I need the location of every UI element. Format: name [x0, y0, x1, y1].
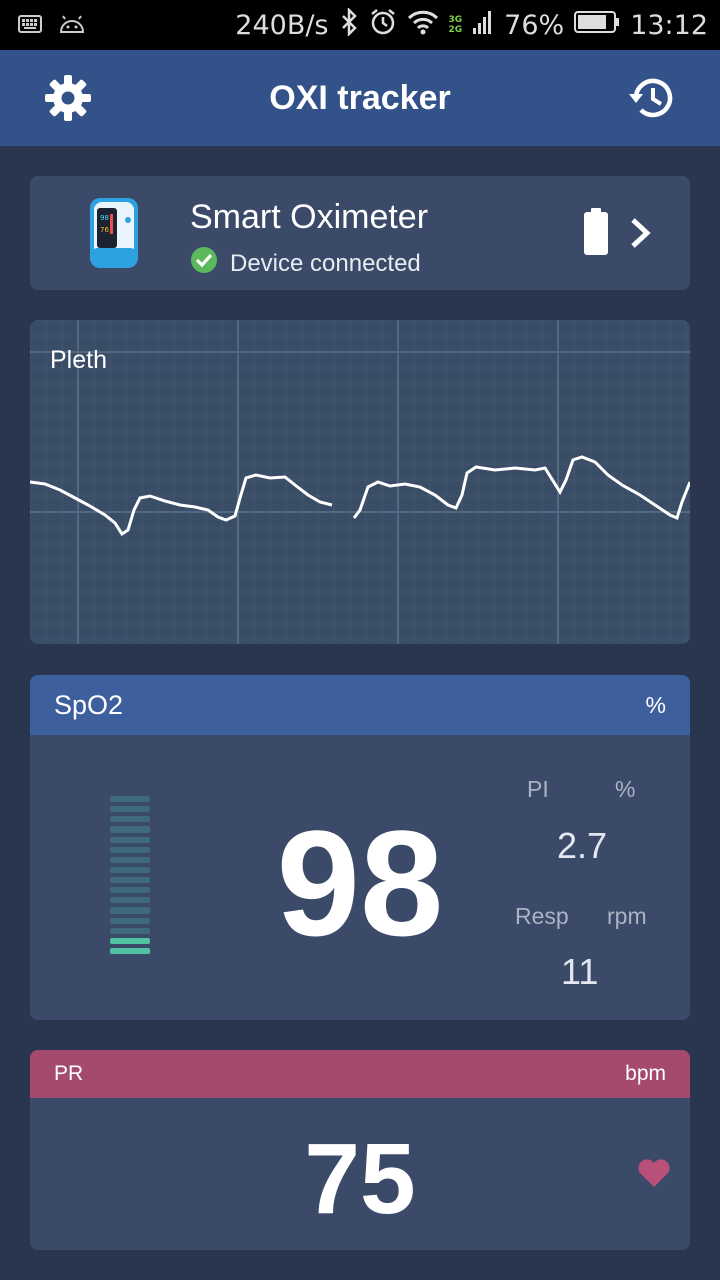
device-name: Smart Oximeter	[190, 198, 429, 236]
pi-label: PI	[527, 776, 549, 802]
spo2-bar-segment	[110, 836, 150, 843]
check-circle-icon	[190, 246, 218, 281]
heart-icon	[637, 1158, 671, 1193]
resp-label: Resp	[515, 903, 569, 929]
pr-label: PR	[54, 1062, 84, 1085]
alarm-icon	[369, 8, 397, 43]
spo2-value: 98	[276, 799, 444, 967]
svg-text:98: 98	[100, 214, 109, 222]
history-icon[interactable]	[624, 70, 680, 126]
spo2-bar-segment	[110, 856, 150, 863]
battery-full-icon	[583, 208, 609, 261]
pleth-label: Pleth	[50, 346, 107, 374]
spo2-bar-segment	[110, 887, 150, 894]
spo2-bar-segment	[110, 947, 150, 954]
android-icon	[58, 12, 86, 41]
spo2-bar-segment	[110, 917, 150, 924]
spo2-label: SpO2	[54, 689, 124, 720]
resp-unit: rpm	[607, 903, 647, 929]
network-type-label: 3G 2G	[448, 15, 463, 35]
spo2-bar-segment	[110, 937, 150, 944]
device-status-text: Device connected	[230, 249, 421, 277]
signal-icon	[472, 8, 494, 43]
spo2-bar-segment	[110, 816, 150, 823]
keyboard-icon	[18, 12, 42, 41]
pi-unit: %	[615, 776, 636, 802]
pr-header: PR bpm	[30, 1050, 690, 1098]
spo2-bar-segment	[110, 897, 150, 904]
device-card[interactable]: 98 76 Smart Oximeter Device connected	[30, 176, 690, 290]
bluetooth-icon	[339, 6, 359, 43]
spo2-bar-segment	[110, 907, 150, 914]
app-title: OXI tracker	[269, 79, 451, 117]
spo2-bar-segment	[110, 877, 150, 884]
clock-time: 13:12	[630, 9, 708, 41]
wifi-icon	[407, 9, 439, 42]
pr-unit: bpm	[625, 1062, 666, 1085]
pr-card: PR bpm 75	[30, 1050, 690, 1250]
pleth-waveform-card: Pleth	[30, 320, 690, 644]
spo2-level-bar	[110, 796, 150, 958]
app-bar: OXI tracker	[0, 50, 720, 146]
svg-text:76: 76	[100, 226, 109, 234]
resp-value: 11	[561, 951, 599, 992]
spo2-header: SpO2 %	[30, 675, 690, 735]
spo2-bar-segment	[110, 796, 150, 803]
pleth-trace-2	[352, 455, 690, 521]
spo2-unit: %	[645, 691, 666, 718]
pr-value: 75	[304, 1123, 416, 1235]
spo2-bar-segment	[110, 826, 150, 833]
spo2-bar-segment	[110, 927, 150, 934]
battery-icon	[574, 10, 620, 41]
pleth-trace	[30, 473, 333, 537]
device-status: Device connected	[190, 246, 421, 281]
net-speed: 240B/s	[235, 9, 329, 41]
pleth-waveform	[30, 320, 690, 644]
battery-percent: 76%	[504, 9, 565, 41]
spo2-bar-segment	[110, 866, 150, 873]
oximeter-device-icon: 98 76	[88, 196, 142, 275]
spo2-card: SpO2 % 98 PI % 2.7 Resp rpm 11	[30, 675, 690, 1020]
spo2-bar-segment	[110, 806, 150, 813]
spo2-bar-segment	[110, 846, 150, 853]
chevron-right-icon[interactable]	[628, 216, 654, 255]
pi-value: 2.7	[557, 825, 608, 866]
status-bar: 240B/s 3G 2G 76% 13:12	[0, 0, 720, 50]
